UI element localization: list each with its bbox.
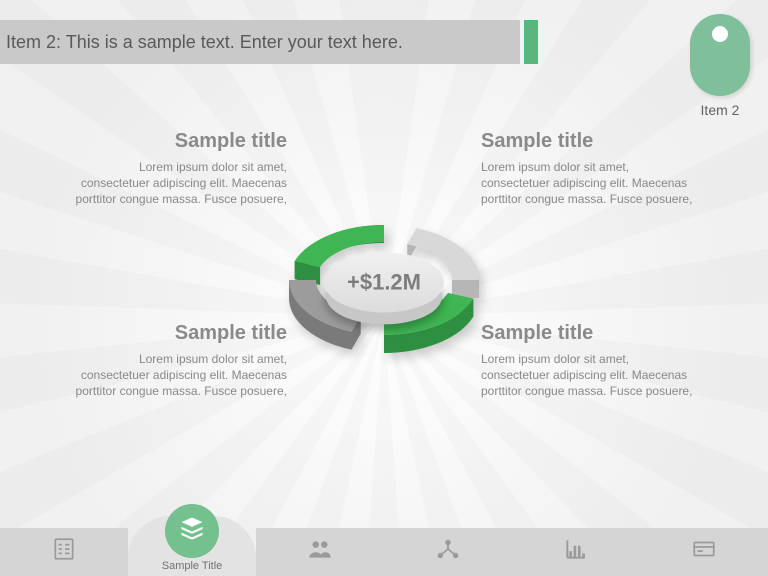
nav-active-circle [165,504,219,558]
stack-icon [178,514,206,549]
header-text: Item 2: This is a sample text. Enter you… [6,32,403,53]
block-title: Sample title [72,130,287,153]
barchart-icon [563,536,589,569]
nav-item-5[interactable] [640,528,768,576]
pill-label: Item 2 [690,102,750,118]
people-icon [307,536,333,569]
block-title: Sample title [481,322,696,345]
center-value: +$1.2M [347,269,421,295]
pill-hole [712,26,728,42]
nav-item-4[interactable] [512,528,640,576]
block-title: Sample title [481,130,696,153]
nav-item-0[interactable] [0,528,128,576]
header-bar: Item 2: This is a sample text. Enter you… [0,20,520,64]
block-bottom-left: Sample title Lorem ipsum dolor sit amet,… [72,322,287,400]
block-body: Lorem ipsum dolor sit amet, consectetuer… [481,351,696,400]
block-top-right: Sample title Lorem ipsum dolor sit amet,… [481,130,696,208]
block-body: Lorem ipsum dolor sit amet, consectetuer… [72,351,287,400]
header: Item 2: This is a sample text. Enter you… [0,20,768,68]
nav-item-2[interactable] [256,528,384,576]
card-icon [691,536,717,569]
network-icon [435,536,461,569]
nav-item-1[interactable]: Sample Title [128,516,256,576]
slide-stage: Item 2: This is a sample text. Enter you… [0,0,768,576]
block-top-left: Sample title Lorem ipsum dolor sit amet,… [72,130,287,208]
header-accent [524,20,538,64]
top-right-marker: Item 2 [690,14,750,118]
block-bottom-right: Sample title Lorem ipsum dolor sit amet,… [481,322,696,400]
center-coin: +$1.2M [324,252,444,312]
ring-diagram: +$1.2M [259,155,509,405]
block-body: Lorem ipsum dolor sit amet, consectetuer… [481,159,696,208]
pill-shape [690,14,750,96]
block-body: Lorem ipsum dolor sit amet, consectetuer… [72,159,287,208]
nav-label: Sample Title [128,560,256,572]
bottom-nav: Sample Title [0,516,768,576]
nav-item-3[interactable] [384,528,512,576]
checklist-icon [51,536,77,569]
block-title: Sample title [72,322,287,345]
